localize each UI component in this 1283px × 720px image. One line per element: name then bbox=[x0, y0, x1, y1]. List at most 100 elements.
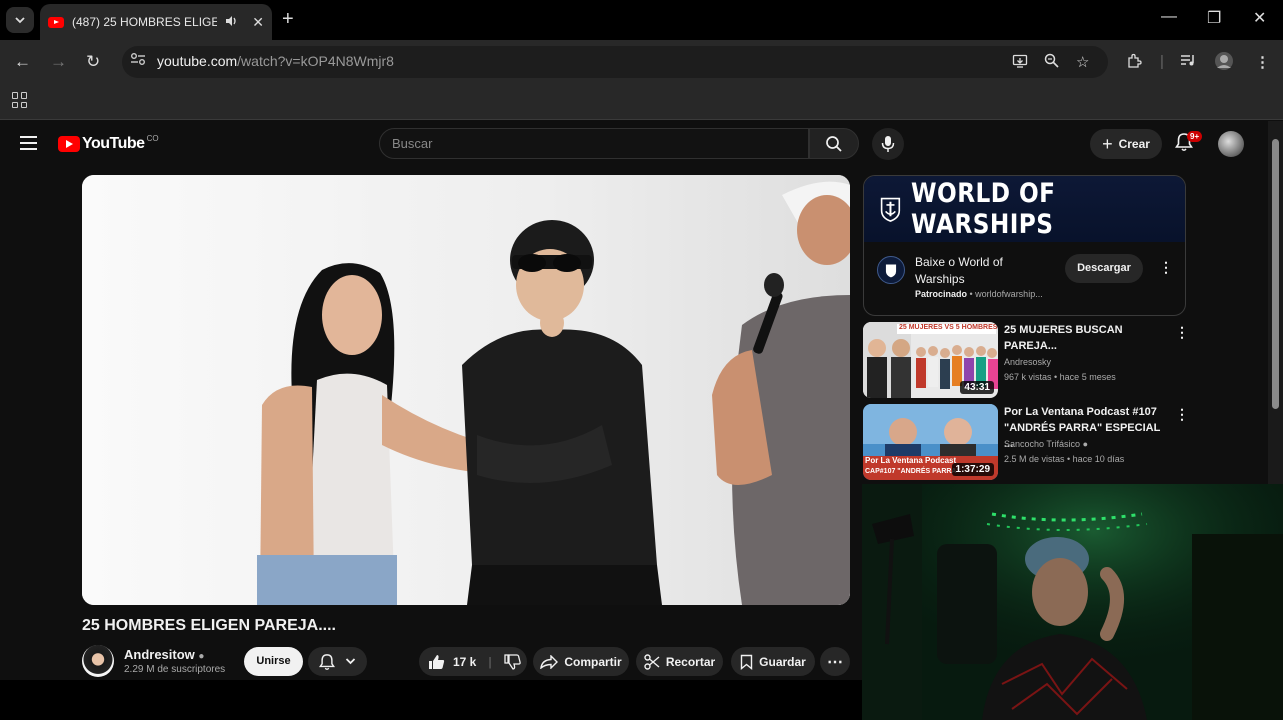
sponsored-label: Patrocinado bbox=[915, 289, 968, 299]
account-avatar[interactable] bbox=[1218, 131, 1244, 157]
recommendation-menu-icon[interactable]: ⋮ bbox=[1175, 324, 1189, 341]
webcam-image bbox=[862, 484, 1283, 720]
recommendation-item[interactable]: 25 MUJERES VS 5 HOMBRES 43:31 25 MUJERES… bbox=[863, 322, 1189, 398]
back-arrow-icon[interactable]: ← bbox=[14, 52, 31, 72]
profile-avatar-icon[interactable] bbox=[1214, 51, 1234, 75]
recommendation-channel[interactable]: Andresosky bbox=[1004, 357, 1051, 367]
recommendation-thumbnail[interactable]: Por La Ventana Podcast CAP#107 "ANDRÉS P… bbox=[863, 404, 998, 480]
tab-search-button[interactable] bbox=[6, 7, 34, 33]
url-path: /watch?v=kOP4N8Wmjr8 bbox=[237, 53, 394, 69]
like-count: 17 k bbox=[453, 654, 477, 669]
thumbs-up-icon bbox=[429, 654, 445, 669]
share-arrow-icon bbox=[540, 654, 559, 669]
thumbnail-text: 25 MUJERES VS 5 HOMBRES bbox=[899, 324, 998, 331]
address-bar[interactable]: youtube.com/watch?v=kOP4N8Wmjr8 ☆ bbox=[122, 46, 1108, 78]
subscription-bell-button[interactable] bbox=[308, 647, 367, 676]
dislike-button[interactable] bbox=[504, 653, 521, 670]
new-tab-plus-icon[interactable]: + bbox=[282, 8, 294, 31]
save-button[interactable]: Guardar bbox=[731, 647, 815, 676]
restore-icon[interactable]: ❐ bbox=[1207, 8, 1221, 28]
logo-country: CO bbox=[146, 133, 159, 143]
thumbnail-text: Por La Ventana Podcast bbox=[865, 456, 957, 465]
speaker-icon[interactable] bbox=[225, 15, 238, 30]
bookmark-icon bbox=[740, 654, 753, 670]
youtube-logo[interactable]: YouTube CO bbox=[58, 133, 159, 153]
close-tab-icon[interactable]: ✕ bbox=[252, 14, 264, 31]
extensions-icon[interactable] bbox=[1126, 53, 1142, 73]
share-label: Compartir bbox=[564, 654, 622, 669]
youtube-favicon-icon bbox=[48, 16, 64, 28]
minimize-icon[interactable]: — bbox=[1161, 8, 1177, 26]
ad-title[interactable]: Baixe o World of Warships bbox=[915, 254, 1055, 288]
screen-bottom-bar bbox=[0, 680, 862, 720]
recommendation-meta: 967 k vistas • hace 5 meses bbox=[1004, 372, 1116, 382]
window-close-icon[interactable]: ✕ bbox=[1253, 8, 1266, 28]
advertiser-logo bbox=[877, 256, 905, 284]
apps-grid-icon[interactable] bbox=[12, 92, 28, 108]
recommendation-thumbnail[interactable]: 25 MUJERES VS 5 HOMBRES 43:31 bbox=[863, 322, 998, 398]
ad-banner-text: WORLD OF WARSHIPS bbox=[910, 178, 1056, 240]
install-app-icon[interactable] bbox=[1012, 53, 1028, 73]
save-label: Guardar bbox=[759, 654, 806, 669]
chevron-down-icon bbox=[15, 16, 25, 23]
forward-arrow-icon[interactable]: → bbox=[50, 52, 67, 72]
search-input[interactable]: Buscar bbox=[379, 128, 809, 159]
duration-badge: 43:31 bbox=[960, 381, 994, 394]
join-button[interactable]: Unirse bbox=[244, 647, 303, 676]
share-button[interactable]: Compartir bbox=[533, 647, 629, 676]
recommendation-meta: 2.5 M de vistas • hace 10 días bbox=[1004, 454, 1125, 464]
ad-banner[interactable]: WORLD OF WARSHIPS bbox=[864, 176, 1185, 242]
url-text: youtube.com/watch?v=kOP4N8Wmjr8 bbox=[157, 53, 394, 69]
subscriber-count: 2.29 M de suscriptores bbox=[124, 664, 226, 675]
like-dislike-group: 17 k | bbox=[419, 647, 527, 676]
guide-menu-icon[interactable] bbox=[20, 136, 37, 150]
sponsored-ad-card[interactable]: WORLD OF WARSHIPS Baixe o World of Warsh… bbox=[863, 175, 1186, 316]
clip-label: Recortar bbox=[665, 654, 716, 669]
toolbar-divider: | bbox=[1160, 53, 1164, 70]
channel-name-text: Andresitow bbox=[124, 647, 195, 662]
ad-domain: worldofwarship... bbox=[975, 289, 1043, 299]
video-frame bbox=[82, 175, 850, 605]
plus-icon: + bbox=[1102, 133, 1113, 154]
ad-meta: Patrocinado • worldofwarship... bbox=[915, 289, 1043, 299]
ad-menu-icon[interactable]: ⋮ bbox=[1159, 259, 1173, 276]
like-button[interactable]: 17 k bbox=[428, 654, 476, 670]
recommendation-item[interactable]: Por La Ventana Podcast CAP#107 "ANDRÉS P… bbox=[863, 404, 1189, 480]
scrollbar-thumb[interactable] bbox=[1272, 139, 1279, 409]
search-button[interactable] bbox=[809, 128, 859, 159]
thumbs-down-icon bbox=[504, 653, 521, 670]
create-label: Crear bbox=[1118, 137, 1150, 151]
clip-button[interactable]: Recortar bbox=[636, 647, 723, 676]
media-controls-icon[interactable] bbox=[1180, 53, 1196, 71]
thumbnail-subtext: CAP#107 "ANDRÉS PARRA" bbox=[865, 468, 960, 475]
more-actions-button[interactable]: ⋯ bbox=[820, 647, 850, 676]
download-button[interactable]: Descargar bbox=[1065, 254, 1143, 283]
like-divider: | bbox=[488, 654, 492, 669]
tab-title: (487) 25 HOMBRES ELIGEN PAREJA.... bbox=[72, 15, 218, 29]
video-title: 25 HOMBRES ELIGEN PAREJA.... bbox=[82, 617, 336, 634]
bookmark-star-icon[interactable]: ☆ bbox=[1076, 53, 1089, 71]
voice-search-button[interactable] bbox=[872, 128, 904, 160]
recommendation-menu-icon[interactable]: ⋮ bbox=[1175, 406, 1189, 423]
search-icon bbox=[826, 135, 842, 152]
channel-text: Sancocho Trifásico bbox=[1004, 439, 1081, 449]
channel-avatar[interactable] bbox=[82, 645, 114, 677]
microphone-icon bbox=[881, 136, 895, 152]
bookmarks-bar bbox=[0, 84, 1283, 120]
channel-name[interactable]: Andresitow ● bbox=[124, 647, 204, 662]
url-domain: youtube.com bbox=[157, 53, 238, 69]
zoom-icon[interactable] bbox=[1044, 53, 1059, 72]
video-player[interactable] bbox=[82, 175, 850, 605]
verified-check-icon: ● bbox=[198, 651, 205, 662]
scissors-icon bbox=[644, 653, 660, 670]
webcam-overlay bbox=[862, 484, 1283, 720]
site-settings-icon[interactable] bbox=[130, 52, 146, 69]
recommendation-title[interactable]: 25 MUJERES BUSCAN PAREJA... bbox=[1004, 322, 1169, 354]
bell-icon bbox=[319, 653, 335, 670]
create-button[interactable]: + Crear bbox=[1090, 129, 1162, 159]
active-tab[interactable]: (487) 25 HOMBRES ELIGEN PAREJA.... ✕ bbox=[40, 4, 272, 40]
reload-icon[interactable]: ↻ bbox=[86, 52, 100, 72]
warships-anchor-icon bbox=[880, 197, 901, 222]
recommendation-channel[interactable]: Sancocho Trifásico ● bbox=[1004, 439, 1088, 449]
browser-menu-icon[interactable]: ⋮ bbox=[1255, 53, 1270, 71]
